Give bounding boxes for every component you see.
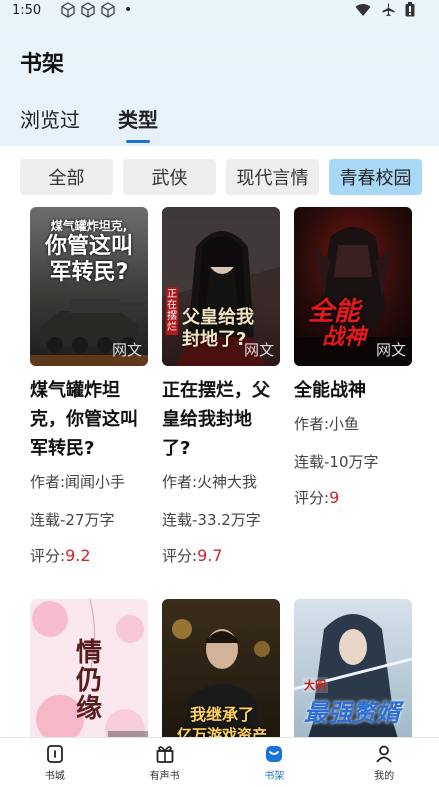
nav-label: 书架 bbox=[264, 770, 285, 782]
tab-label: 类型 bbox=[118, 108, 158, 132]
tab-bar: 浏览过 类型 bbox=[20, 104, 158, 143]
wifi-icon bbox=[355, 3, 371, 16]
chip-label: 青春校园 bbox=[339, 168, 412, 189]
score-value: 9 bbox=[329, 488, 340, 507]
chip-modern-romance[interactable]: 现代言情 bbox=[226, 159, 319, 195]
nav-label: 我的 bbox=[374, 770, 395, 782]
book-serial: 连载-33.2万字 bbox=[162, 511, 261, 529]
cover-title: 最强赘婿 bbox=[304, 699, 400, 727]
book-title[interactable]: 煤气罐炸坦克，你管这叫军转民? bbox=[30, 376, 148, 463]
book-card[interactable]: 正在摆烂 父皇给我 封地了? 网文 正在摆烂，父皇给我封地了? 作者:火神大我 … bbox=[162, 207, 280, 566]
chip-campus[interactable]: 青春校园 bbox=[329, 159, 422, 195]
nav-label: 有声书 bbox=[149, 770, 180, 782]
nav-label: 书城 bbox=[44, 770, 65, 782]
score-value: 9.7 bbox=[197, 546, 223, 565]
score-label: 评分: bbox=[30, 547, 66, 565]
book-author: 作者:火神大我 bbox=[162, 473, 258, 491]
book-cover[interactable]: 煤气罐炸坦克, 你管这叫 军转民? 网文 bbox=[30, 207, 148, 366]
status-time: 1:50 bbox=[12, 3, 42, 18]
book-card[interactable]: 大明 最强赘婿 bbox=[294, 599, 412, 758]
score-label: 评分: bbox=[294, 489, 330, 507]
bottom-nav: 书城 有声书 书架 我的 bbox=[0, 737, 439, 787]
chip-all[interactable]: 全部 bbox=[20, 159, 113, 195]
nav-audiobook[interactable]: 有声书 bbox=[110, 738, 220, 787]
airplane-icon bbox=[382, 3, 395, 16]
book-card[interactable]: 我继承了 亿万游戏资产 bbox=[162, 599, 280, 758]
chip-wuxia[interactable]: 武侠 bbox=[123, 159, 216, 195]
cover-watermark: 网文 bbox=[111, 341, 142, 359]
nav-bookshelf[interactable]: 书架 bbox=[220, 738, 330, 787]
cover-tag: 大明 bbox=[302, 677, 328, 693]
book-serial: 连载-10万字 bbox=[294, 453, 379, 471]
book-score-row: 评分:9.7 bbox=[162, 545, 280, 566]
book-cover[interactable]: 全能 战神 网文 bbox=[294, 207, 412, 366]
book-cover[interactable]: 大明 最强赘婿 bbox=[294, 599, 412, 758]
book-score-row: 评分:9.2 bbox=[30, 545, 148, 566]
chip-label: 武侠 bbox=[151, 168, 188, 189]
category-chips: 全部 武侠 现代言情 青春校园 bbox=[20, 159, 422, 195]
cover-title: 煤气罐炸坦克, 你管这叫 军转民? bbox=[44, 219, 133, 285]
book-cover[interactable]: 正在摆烂 父皇给我 封地了? 网文 bbox=[162, 207, 280, 366]
status-dot: • bbox=[124, 2, 133, 18]
person-icon bbox=[376, 745, 392, 763]
book-author: 作者:小鱼 bbox=[294, 415, 360, 433]
book-serial: 连载-27万字 bbox=[30, 511, 115, 529]
cover-watermark: 网文 bbox=[375, 341, 406, 359]
tab-indicator bbox=[126, 140, 150, 143]
book-cover[interactable]: 情 仍 缘 bbox=[30, 599, 148, 758]
cover-title: 情 仍 缘 bbox=[76, 638, 103, 724]
book-card[interactable]: 全能 战神 网文 全能战神 作者:小鱼 连载-10万字 评分:9 bbox=[294, 207, 412, 508]
book-cover[interactable]: 我继承了 亿万游戏资产 bbox=[162, 599, 280, 758]
book-author: 作者:闻闻小手 bbox=[30, 473, 126, 491]
chip-label: 现代言情 bbox=[236, 168, 309, 189]
score-label: 评分: bbox=[162, 547, 198, 565]
status-notification-icons: • bbox=[60, 2, 132, 18]
bookstore-icon bbox=[46, 744, 63, 763]
chip-label: 全部 bbox=[48, 168, 85, 189]
cube-icon bbox=[61, 2, 75, 18]
status-bar: 1:50 • bbox=[0, 0, 439, 24]
cube-icon bbox=[101, 2, 115, 18]
battery-icon bbox=[405, 2, 415, 17]
book-title[interactable]: 全能战神 bbox=[294, 376, 412, 405]
cover-title: 全能 战神 bbox=[308, 297, 367, 350]
book-title[interactable]: 正在摆烂，父皇给我封地了? bbox=[162, 376, 280, 463]
tab-history[interactable]: 浏览过 bbox=[20, 104, 80, 133]
score-value: 9.2 bbox=[65, 546, 91, 565]
nav-bookstore[interactable]: 书城 bbox=[0, 738, 110, 787]
page-title: 书架 bbox=[20, 52, 65, 77]
book-score-row: 评分:9 bbox=[294, 487, 412, 508]
tab-label: 浏览过 bbox=[20, 108, 80, 132]
status-system-icons bbox=[355, 2, 415, 17]
cube-icon bbox=[81, 2, 95, 18]
cover-tag: 正在摆烂 bbox=[166, 287, 178, 335]
book-card[interactable]: 煤气罐炸坦克, 你管这叫 军转民? 网文 煤气罐炸坦克，你管这叫军转民? 作者:… bbox=[30, 207, 148, 566]
tab-category[interactable]: 类型 bbox=[118, 104, 158, 143]
book-card[interactable]: 情 仍 缘 bbox=[30, 599, 148, 758]
nav-profile[interactable]: 我的 bbox=[329, 738, 439, 787]
bookshelf-icon bbox=[266, 745, 283, 762]
gift-box-icon bbox=[156, 745, 174, 763]
cover-watermark: 网文 bbox=[243, 341, 274, 359]
